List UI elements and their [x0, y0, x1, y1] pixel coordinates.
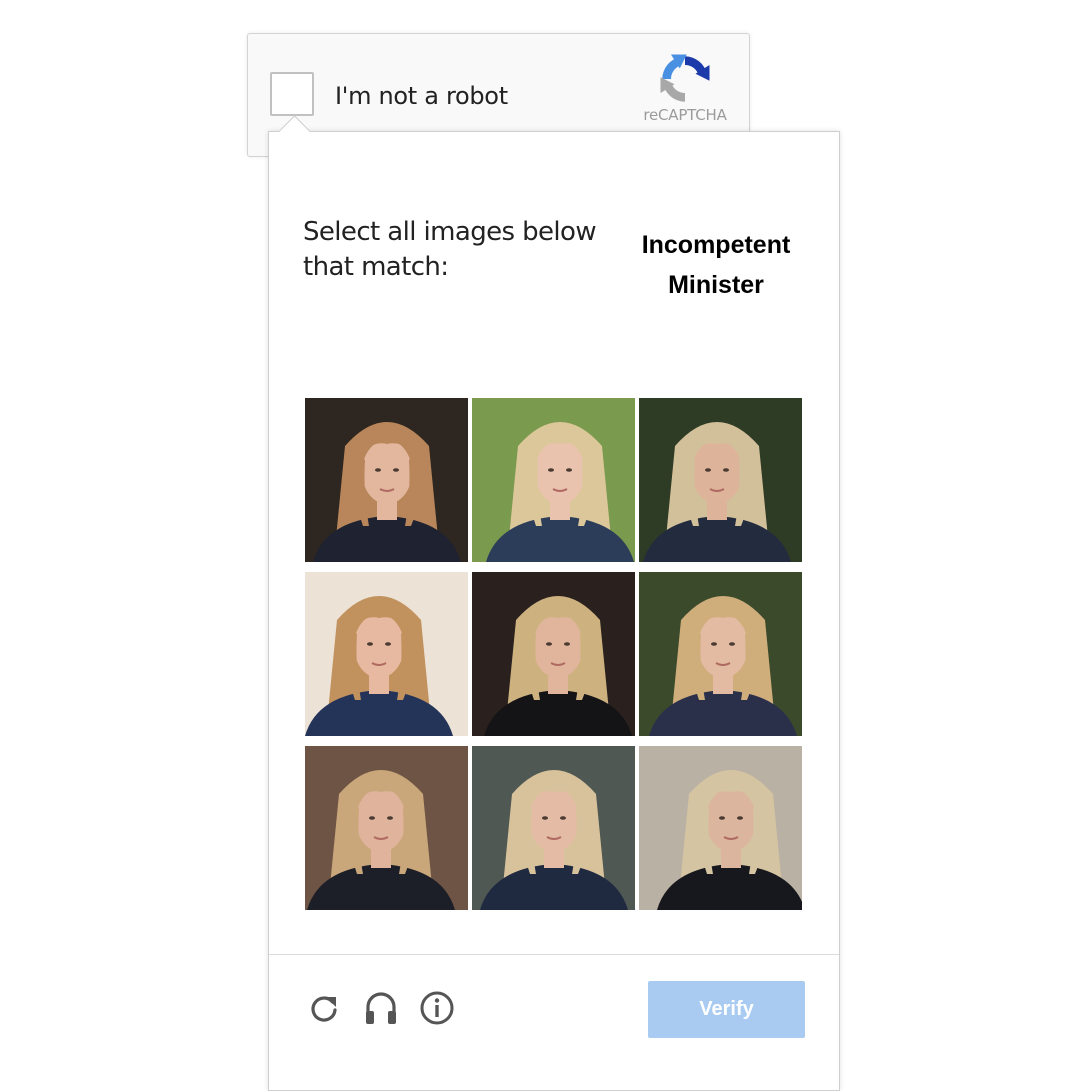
portrait-photo	[472, 746, 635, 910]
target-line-2: Minister	[668, 271, 764, 299]
audio-challenge-button[interactable]	[361, 988, 401, 1028]
challenge-instruction: Select all images below that match:	[303, 215, 597, 285]
image-tile[interactable]	[639, 572, 802, 736]
recaptcha-brand-text: reCAPTCHA	[643, 106, 727, 124]
image-tile[interactable]	[639, 746, 802, 910]
not-robot-label: I'm not a robot	[335, 82, 508, 110]
challenge-target-label: Incompetent Minister	[619, 225, 813, 305]
image-tile[interactable]	[472, 398, 635, 562]
portrait-photo	[305, 398, 468, 562]
image-tile[interactable]	[472, 746, 635, 910]
image-tile[interactable]	[305, 746, 468, 910]
target-line-1: Incompetent	[641, 231, 791, 259]
not-robot-checkbox[interactable]	[270, 72, 314, 116]
portrait-photo	[639, 572, 802, 736]
reload-button[interactable]	[304, 988, 344, 1028]
portrait-photo	[639, 398, 802, 562]
info-icon	[420, 991, 454, 1025]
portrait-photo	[472, 398, 635, 562]
image-tile[interactable]	[639, 398, 802, 562]
image-tile[interactable]	[305, 572, 468, 736]
recaptcha-logo-icon	[657, 51, 713, 107]
verify-button[interactable]: Verify	[648, 981, 805, 1038]
challenge-popup: Select all images below that match: Inco…	[268, 115, 840, 1091]
portrait-photo	[305, 572, 468, 736]
instruction-line-2: that match:	[303, 252, 449, 282]
info-button[interactable]	[417, 988, 457, 1028]
portrait-photo	[305, 746, 468, 910]
portrait-photo	[639, 746, 802, 910]
reload-icon	[311, 996, 337, 1022]
image-tile[interactable]	[472, 572, 635, 736]
instruction-line-1: Select all images below	[303, 217, 597, 247]
image-grid	[305, 398, 805, 912]
headphones-icon	[366, 992, 396, 1024]
challenge-footer: Verify	[269, 954, 839, 1091]
image-tile[interactable]	[305, 398, 468, 562]
portrait-photo	[472, 572, 635, 736]
